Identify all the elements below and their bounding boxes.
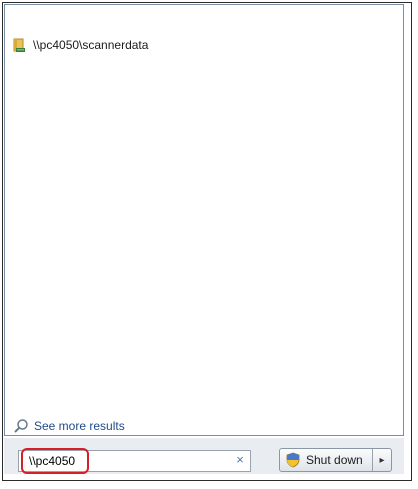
search-icon: [13, 418, 29, 434]
shutdown-label: Shut down: [306, 453, 363, 467]
see-more-results-link[interactable]: See more results: [13, 417, 125, 435]
result-item-scannerdata[interactable]: \\pc4050\scannerdata: [10, 35, 148, 55]
folder-icon: [10, 36, 28, 54]
result-label: \\pc4050\scannerdata: [33, 38, 149, 52]
shutdown-button[interactable]: Shut down: [280, 449, 372, 471]
search-box[interactable]: [18, 450, 251, 472]
see-more-label: See more results: [34, 419, 125, 433]
search-input[interactable]: [29, 452, 219, 470]
shutdown-button-group: Shut down ▸: [279, 448, 392, 472]
shield-icon: [285, 452, 301, 468]
search-results-panel: \\pc4050\scannerdata See more results: [4, 4, 404, 436]
clear-search-icon[interactable]: ×: [231, 451, 249, 469]
shutdown-options-button[interactable]: ▸: [372, 449, 391, 471]
chevron-right-icon: ▸: [379, 454, 385, 466]
